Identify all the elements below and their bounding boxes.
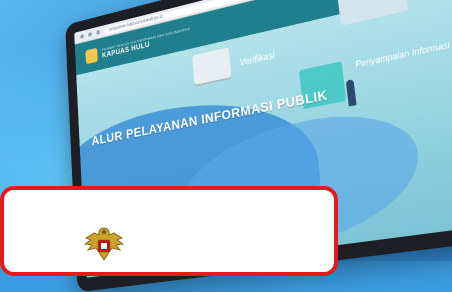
desk-illustration [192, 47, 232, 85]
emblem-card [0, 186, 338, 276]
person-illustration [345, 79, 357, 107]
penyampaian-label: Penyampaian Informasi [354, 39, 451, 70]
browser-forward-icon[interactable] [88, 31, 93, 37]
verifikasi-label: Verifikasi [239, 50, 276, 69]
browser-back-icon[interactable] [80, 33, 84, 39]
browser-reload-icon[interactable] [96, 29, 101, 35]
garuda-emblem-icon [83, 227, 125, 261]
office-illustration [336, 0, 409, 26]
site-logo-icon[interactable] [85, 47, 98, 65]
